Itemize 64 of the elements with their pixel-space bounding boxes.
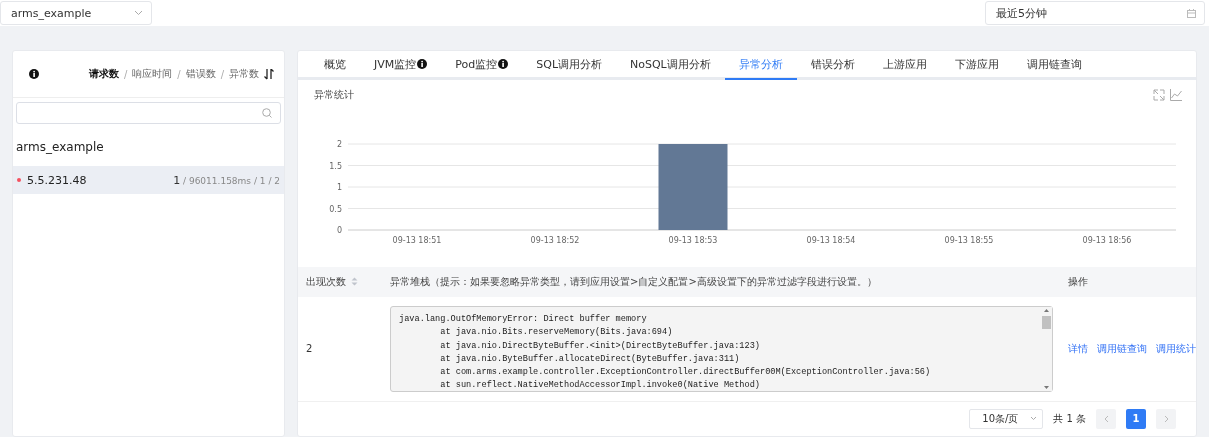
scrollbar[interactable]	[1040, 306, 1052, 391]
next-page-button[interactable]	[1156, 408, 1176, 429]
axis-label: 09-13 18:53	[668, 235, 718, 245]
time-range-select[interactable]: 最近5分钟	[985, 1, 1205, 25]
separator-text: /	[220, 68, 224, 80]
stack-trace-text: java.lang.OutOfMemoryError: Direct buffer memory at java.nio.Bits.reserveMemory(Bits.java:694) at java.nio.DirectByteBuffer.<init>(DirectByteBuffer.java:123) at java.nio.ByteBuffer.allocateDirect(ByteBuffer.java:311) at com.arms.example.controller.ExceptionController.directBuffer00M(ExceptionController.java:56) at sun.reflect.NativeMethodAccessorImpl.invoke0(Native Method)	[398, 312, 932, 391]
axis-label: 1	[336, 182, 342, 192]
tab[interactable]: 上游应用	[868, 51, 941, 80]
scrollbar-thumb[interactable]	[1041, 315, 1051, 329]
axis-label: 1.5	[329, 161, 342, 171]
axis-label: 09-13 18:51	[392, 235, 442, 245]
axis-label: 0.5	[329, 204, 342, 214]
action-link[interactable]: 调用统计	[1156, 341, 1196, 356]
tab[interactable]: 下游应用	[940, 51, 1013, 80]
tab[interactable]: 概览	[310, 51, 360, 80]
page-button[interactable]: 1	[1126, 408, 1146, 429]
separator-text: /	[123, 68, 128, 80]
info-icon	[29, 69, 39, 79]
search-icon	[262, 108, 272, 118]
sort-option[interactable]: 请求数	[88, 67, 119, 81]
chevron-right-icon	[1163, 414, 1169, 423]
sort-option[interactable]: 响应时间	[132, 67, 173, 81]
tab[interactable]: 异常分析	[724, 51, 797, 80]
axis-label: 2	[336, 139, 342, 149]
instance-item[interactable]: 5.5.231.48 1 / 96011.158ms / 1 / 2	[13, 166, 284, 194]
column-header: 操作	[1068, 275, 1088, 287]
page-size-select[interactable]: 10条/页	[969, 408, 1044, 429]
tab[interactable]: JVM监控	[360, 51, 442, 80]
tab[interactable]: Pod监控	[441, 51, 523, 80]
tab[interactable]: 错误分析	[796, 51, 869, 80]
calendar-icon	[1187, 8, 1196, 18]
expand-icon	[1153, 88, 1165, 101]
chevron-down-icon	[134, 10, 143, 16]
action-link[interactable]: 调用链查询	[1097, 341, 1147, 356]
axis-label: 09-13 18:56	[1082, 235, 1132, 245]
prev-page-button[interactable]	[1096, 408, 1116, 429]
line-chart-icon	[1170, 88, 1182, 101]
app-select[interactable]: arms_example	[0, 1, 152, 25]
sort-icon[interactable]	[351, 277, 358, 287]
axis-label: 09-13 18:52	[530, 235, 580, 245]
total-count: 共 1 条	[1053, 411, 1086, 426]
tab[interactable]: NoSQL调用分析	[616, 51, 725, 80]
count-text: 2	[306, 343, 313, 355]
chevron-left-icon	[1103, 414, 1109, 423]
axis-label: 09-13 18:54	[806, 235, 856, 245]
chart-title: 异常统计	[314, 87, 354, 102]
axis-label: 0	[336, 225, 342, 235]
sort-option[interactable]: 错误数	[185, 67, 216, 81]
separator-text: /	[177, 68, 181, 80]
instance-stats: 1 / 96011.158ms / 1 / 2	[173, 173, 280, 187]
group-label: arms_example	[15, 139, 105, 156]
tab[interactable]: SQL调用分析	[522, 51, 616, 80]
column-header: 异常堆栈（提示：如果要忽略异常类型，请到应用设置>自定义配置>高级设置下的异常过滤字段进行设置。）	[390, 275, 877, 287]
arrow-down-icon	[1043, 385, 1049, 389]
tab[interactable]: 调用链查询	[1012, 51, 1096, 80]
arrow-up-icon	[1043, 308, 1049, 312]
sort-option[interactable]: 异常数	[229, 67, 259, 81]
sort-icon	[264, 68, 274, 80]
axis-label: 09-13 18:55	[944, 235, 994, 245]
search-field[interactable]	[16, 102, 281, 124]
instance-name: 5.5.231.48	[27, 173, 88, 187]
column-header: 出现次数	[306, 274, 346, 289]
chevron-down-icon	[1030, 416, 1038, 422]
action-link[interactable]: 详情	[1068, 341, 1088, 356]
